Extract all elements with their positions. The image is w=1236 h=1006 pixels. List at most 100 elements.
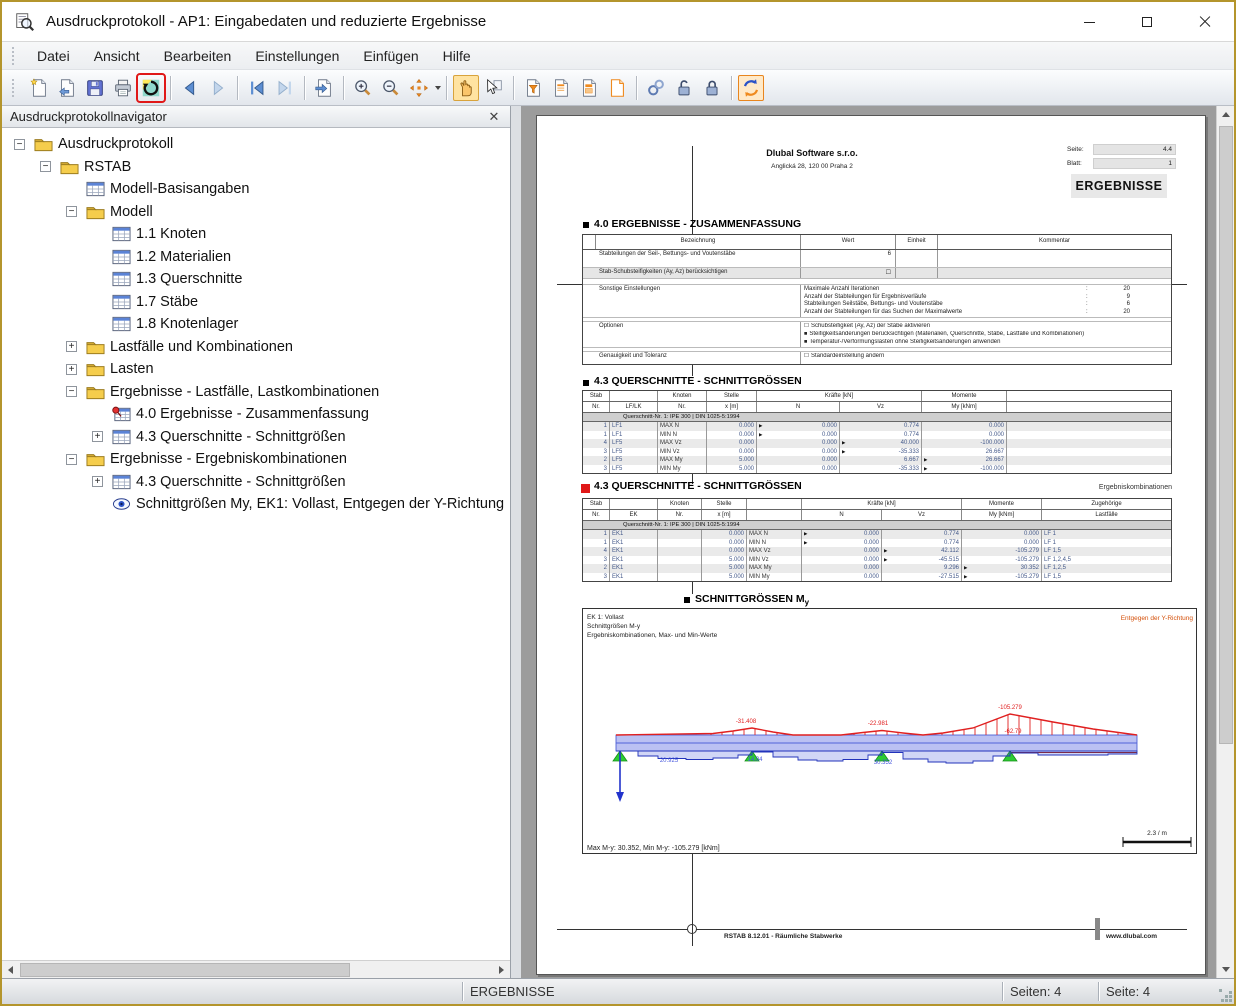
link-graphics-button[interactable] — [643, 75, 669, 101]
nav-back-button[interactable] — [177, 75, 203, 101]
table-cell: 0.000 — [757, 448, 840, 457]
last-page-button[interactable] — [272, 75, 298, 101]
tree-item-1-3-querschnitte[interactable]: 1.3 Querschnitte — [2, 268, 510, 291]
tree-item-modell[interactable]: −Modell — [2, 201, 510, 224]
expander-collapse-icon[interactable]: − — [14, 139, 25, 150]
goto-page-button[interactable] — [311, 75, 337, 101]
lock-graphics-icon — [701, 77, 723, 99]
diagram-label: -22.981 — [868, 721, 889, 727]
tree-item-4-3-querschnitte-schnittgrößen[interactable]: +4.3 Querschnitte - Schnittgrößen — [2, 426, 510, 449]
select-mode-button[interactable] — [481, 75, 507, 101]
navigator-horizontal-scrollbar[interactable] — [2, 960, 510, 978]
horizontal-scroll-thumb[interactable] — [20, 963, 350, 977]
report-table-row: 3EK15.000MIN My0.000-27.515▶-105.279LF 1… — [583, 573, 1171, 582]
save-report-button[interactable] — [82, 75, 108, 101]
table-cell: 0.774 — [840, 431, 922, 440]
vertical-scroll-thumb[interactable] — [1219, 126, 1233, 744]
page-header-view-button[interactable] — [548, 75, 574, 101]
open-report-button[interactable] — [54, 75, 80, 101]
save-report-icon — [84, 77, 106, 99]
tree-item-lasten[interactable]: +Lasten — [2, 358, 510, 381]
menu-item-hilfe[interactable]: Hilfe — [431, 44, 483, 68]
tree-item-ergebnisse-lastfälle-lastkombinationen[interactable]: −Ergebnisse - Lastfälle, Lastkombination… — [2, 381, 510, 404]
tree-item-modell-basisangaben[interactable]: Modell-Basisangaben — [2, 178, 510, 201]
table-cell: MAX Vz — [747, 547, 802, 556]
tree-item-lastfälle-und-kombinationen[interactable]: +Lastfälle und Kombinationen — [2, 336, 510, 359]
document-preview-area[interactable]: Dlubal Software s.r.o. Anglická 28, 120 … — [521, 106, 1216, 978]
expander-expand-icon[interactable]: + — [66, 341, 77, 352]
report-table-row: 3EK15.000MIN Vz0.000▶-45.515-105.279LF 1… — [583, 556, 1171, 565]
expander-expand-icon[interactable]: + — [92, 476, 103, 487]
report-table-row: 3LF5MIN My5.0000.000-35.333▶-100.000 — [583, 465, 1171, 474]
menu-item-bearbeiten[interactable]: Bearbeiten — [152, 44, 244, 68]
tree-item-ergebnisse-ergebniskombinationen[interactable]: −Ergebnisse - Ergebniskombinationen — [2, 448, 510, 471]
table-cell: 0.000 — [802, 573, 882, 582]
panel-splitter[interactable] — [511, 106, 521, 978]
report-table-row: 2EK15.000MAX My0.0009.296▶30.352LF 1,2,5 — [583, 564, 1171, 573]
unlock-graphics-button[interactable] — [671, 75, 697, 101]
diagram-title-main: SCHNITTGRÖSSEN M — [695, 593, 805, 605]
menu-item-einstellungen[interactable]: Einstellungen — [243, 44, 351, 68]
refresh-report-button[interactable] — [138, 75, 164, 101]
pan-mode-button[interactable] — [453, 75, 479, 101]
tree-item-1-1-knoten[interactable]: 1.1 Knoten — [2, 223, 510, 246]
tree-item-1-2-materialien[interactable]: 1.2 Materialien — [2, 246, 510, 269]
table-cell: LF1 — [610, 422, 658, 431]
print-button[interactable] — [110, 75, 136, 101]
resize-grip[interactable] — [1219, 989, 1233, 1003]
extreme-marker-icon: ▶ — [759, 422, 762, 431]
navigator-close-icon[interactable]: ✕ — [486, 109, 502, 125]
page-content-view-button[interactable] — [576, 75, 602, 101]
tree-item-4-0-ergebnisse-zusammenfassung[interactable]: 4.0 Ergebnisse - Zusammenfassung — [2, 403, 510, 426]
zoom-in-button[interactable] — [350, 75, 376, 101]
tree-item-label: Modell-Basisangaben — [110, 181, 249, 197]
sheet-value: 1 — [1093, 158, 1176, 169]
table-cell: ▶-35.333 — [840, 448, 922, 457]
expander-collapse-icon[interactable]: − — [66, 206, 77, 217]
dropdown-caret-icon[interactable] — [435, 86, 441, 90]
menu-item-einfügen[interactable]: Einfügen — [351, 44, 430, 68]
menu-item-datei[interactable]: Datei — [25, 44, 82, 68]
document-vertical-scrollbar[interactable] — [1216, 106, 1234, 978]
sync-model-button[interactable] — [738, 75, 764, 101]
table-cell — [658, 556, 702, 565]
new-report-button[interactable] — [26, 75, 52, 101]
diagram-label: 30.352 — [874, 760, 893, 766]
nav-forward-button[interactable] — [205, 75, 231, 101]
table-cell: -105.279 — [962, 556, 1042, 565]
goto-page-icon — [313, 77, 335, 99]
expander-expand-icon[interactable]: + — [66, 364, 77, 375]
tree-item-rstab[interactable]: −RSTAB — [2, 156, 510, 179]
tree-item-1-7-stäbe[interactable]: 1.7 Stäbe — [2, 291, 510, 314]
checkbox-checked-icon: ■ — [804, 339, 807, 345]
diagram-label: Entgegen der Y-Richtung — [1121, 615, 1194, 622]
page-blank-view-button[interactable] — [604, 75, 630, 101]
menu-item-ansicht[interactable]: Ansicht — [82, 44, 152, 68]
scroll-up-button[interactable] — [1217, 106, 1235, 123]
lock-graphics-button[interactable] — [699, 75, 725, 101]
zoom-out-button[interactable] — [378, 75, 404, 101]
close-button[interactable] — [1176, 2, 1234, 42]
expander-collapse-icon[interactable]: − — [66, 454, 77, 465]
new-report-icon — [28, 77, 50, 99]
expander-collapse-icon[interactable]: − — [40, 161, 51, 172]
report-page: Dlubal Software s.r.o. Anglická 28, 120 … — [536, 115, 1206, 975]
scroll-left-button[interactable] — [2, 961, 19, 979]
page-value: 4.4 — [1093, 144, 1176, 155]
maximize-button[interactable] — [1118, 2, 1176, 42]
chapter-stamp: ERGEBNISSE — [1071, 174, 1167, 198]
minimize-button[interactable] — [1060, 2, 1118, 42]
expander-expand-icon[interactable]: + — [92, 431, 103, 442]
scroll-right-button[interactable] — [493, 961, 510, 979]
expander-collapse-icon[interactable]: − — [66, 386, 77, 397]
tree-item-4-3-querschnitte-schnittgrößen[interactable]: +4.3 Querschnitte - Schnittgrößen — [2, 471, 510, 494]
tree-item-ausdruckprotokoll[interactable]: −Ausdruckprotokoll — [2, 133, 510, 156]
tree-item-1-8-knotenlager[interactable]: 1.8 Knotenlager — [2, 313, 510, 336]
filter-page-button[interactable] — [520, 75, 546, 101]
move-view-button[interactable] — [406, 75, 432, 101]
tree-item-schnittgrößen-my-ek1-vollast-entgegen-der-y-richtung[interactable]: Schnittgrößen My, EK1: Vollast, Entgegen… — [2, 493, 510, 516]
toolbar-separator — [304, 76, 305, 100]
first-page-button[interactable] — [244, 75, 270, 101]
navigator-title: Ausdruckprotokollnavigator — [10, 109, 486, 124]
scroll-down-button[interactable] — [1217, 961, 1235, 978]
